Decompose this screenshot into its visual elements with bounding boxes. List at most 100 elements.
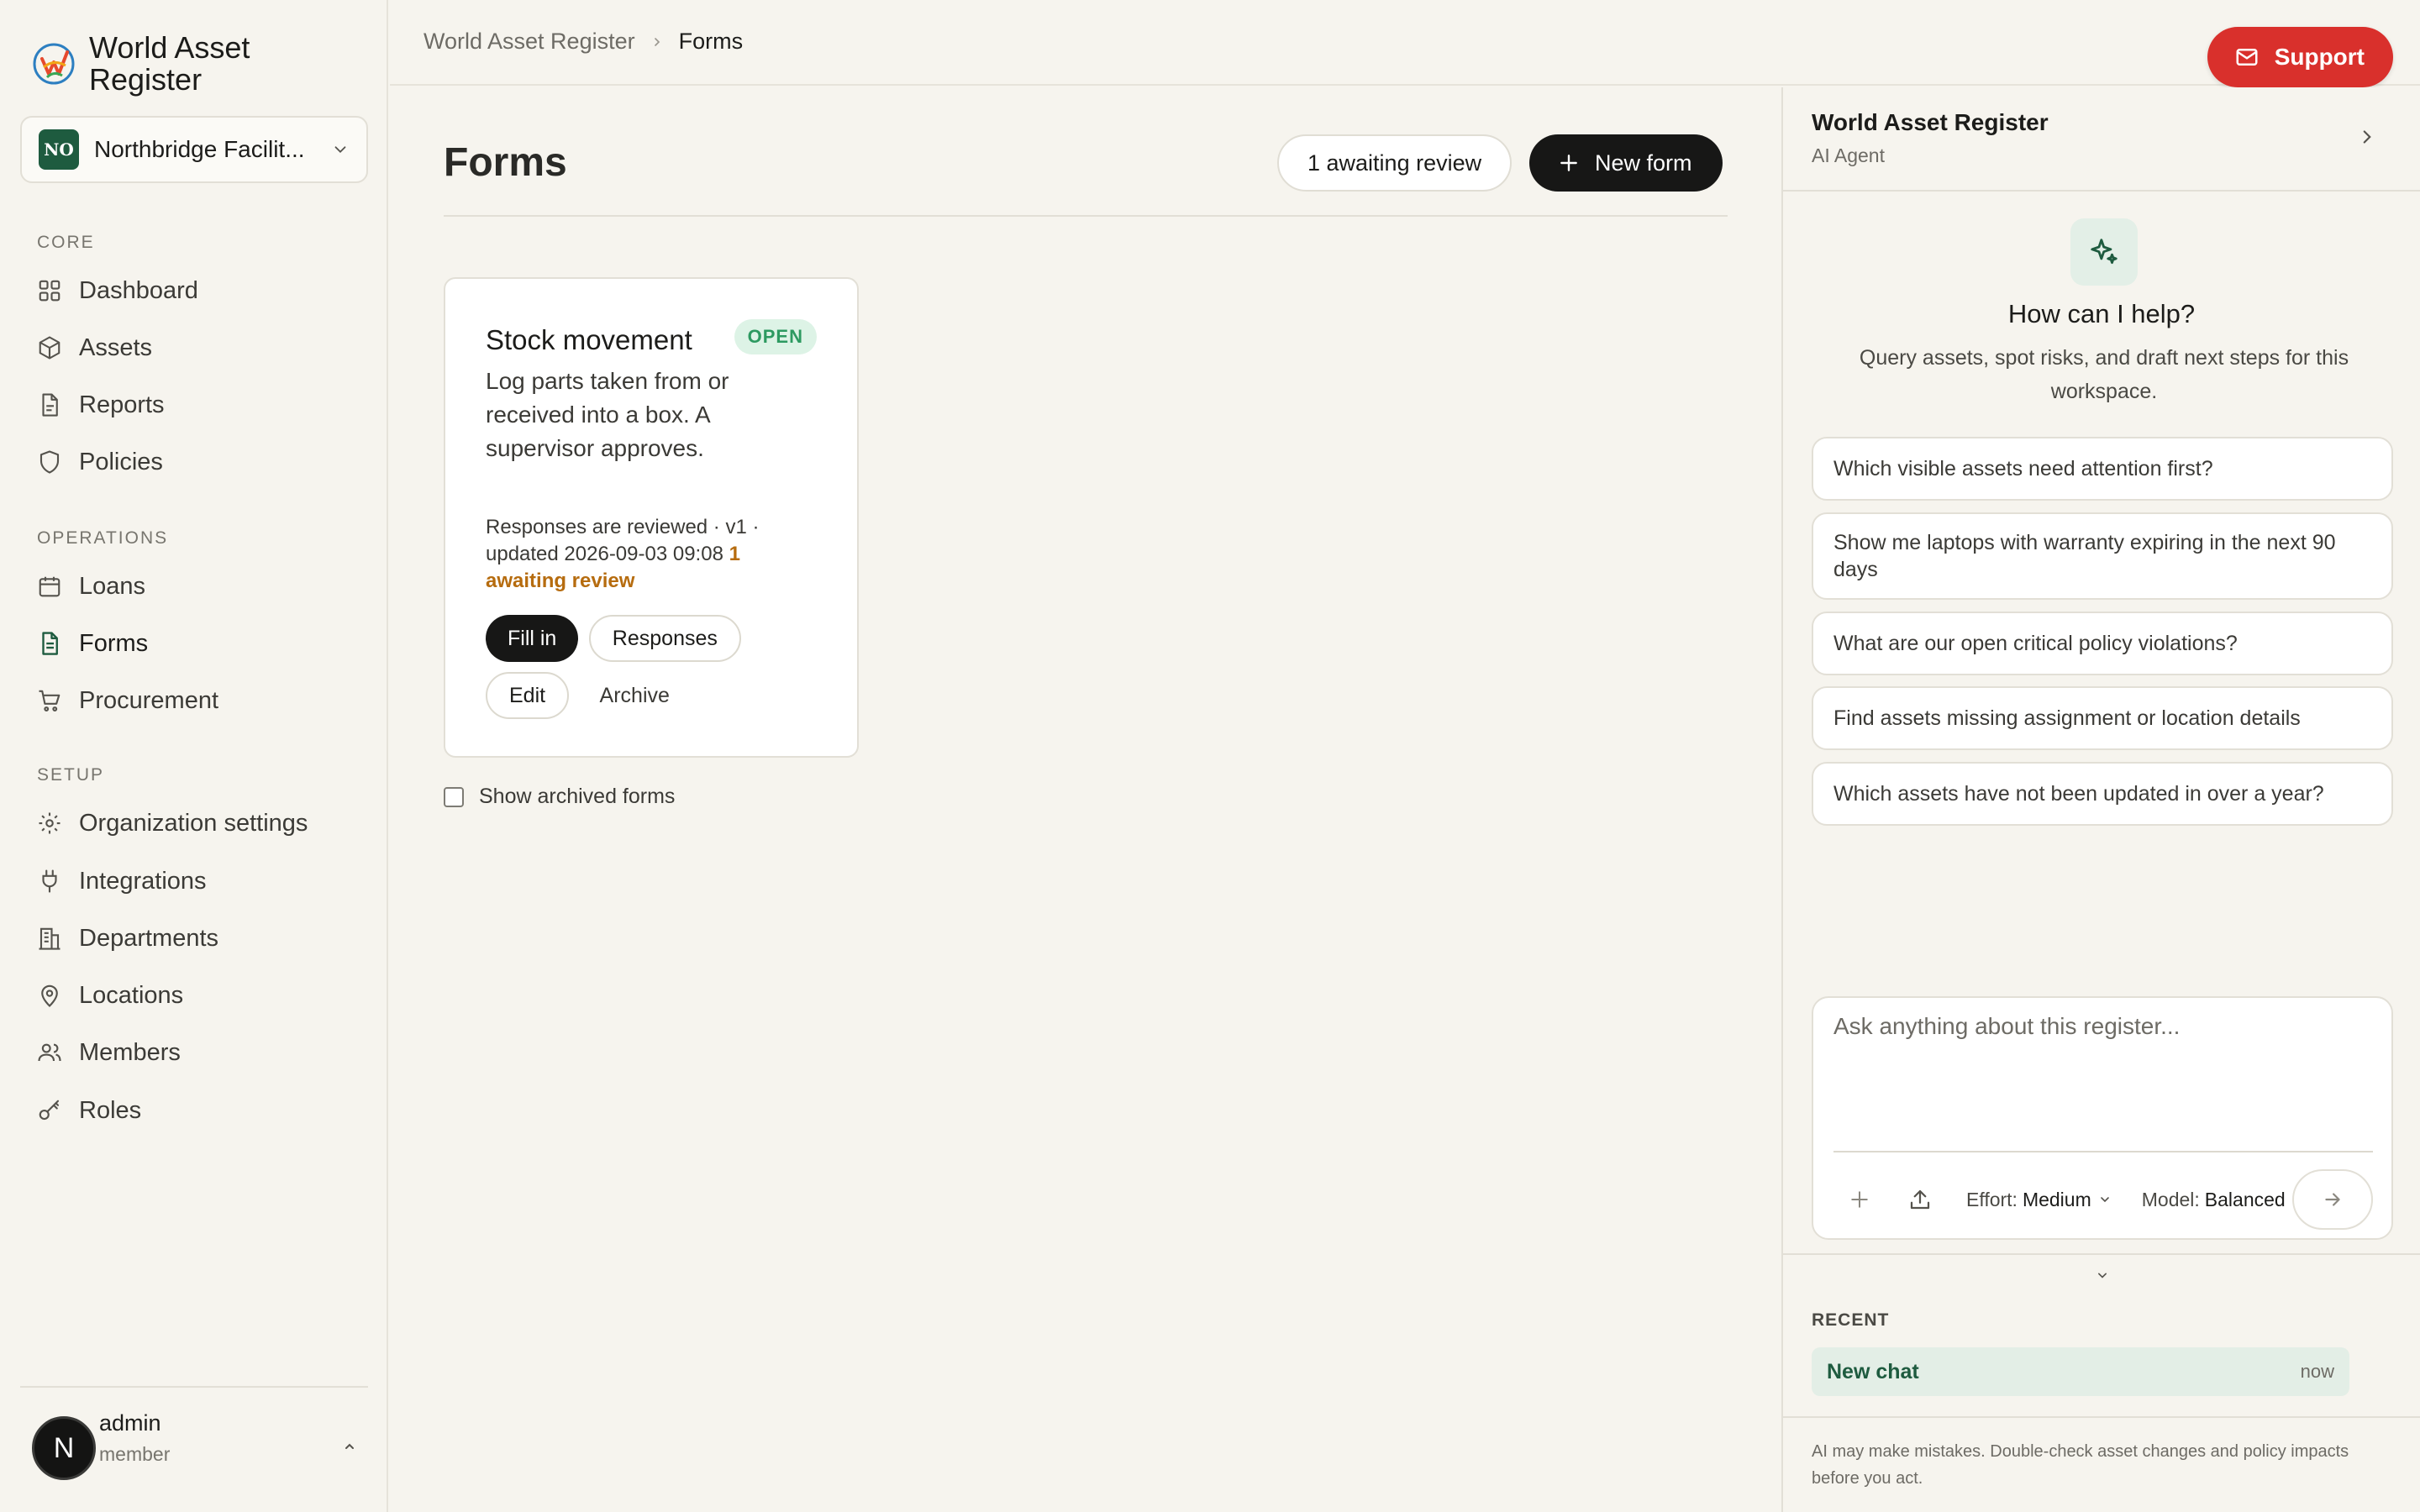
sidebar-item-assets[interactable]: Assets — [37, 326, 152, 370]
chevron-up-icon — [339, 1436, 360, 1457]
top-bar: World Asset Register Forms Support — [390, 0, 2420, 87]
sidebar-item-label: Organization settings — [79, 809, 308, 837]
sidebar-item-label: Assets — [79, 333, 153, 361]
sidebar-item-label: Dashboard — [79, 276, 198, 304]
shield-icon — [37, 449, 62, 475]
chevron-right-icon — [650, 35, 664, 49]
calendar-icon — [37, 574, 62, 599]
chat-input[interactable] — [1833, 1013, 2371, 1139]
document-icon — [37, 392, 62, 417]
fill-in-button[interactable]: Fill in — [486, 615, 579, 662]
model-label: Model: — [2141, 1188, 2200, 1210]
sidebar-item-label: Locations — [79, 981, 184, 1009]
brand-logo-icon — [32, 42, 76, 86]
sidebar-item-policies[interactable]: Policies — [37, 440, 163, 484]
sidebar-item-label: Roles — [79, 1096, 142, 1124]
brand-name: World Asset Register — [89, 30, 250, 97]
user-info: admin member — [99, 1410, 170, 1466]
panel-divider — [1783, 1253, 2420, 1255]
awaiting-review-button[interactable]: 1 awaiting review — [1277, 134, 1512, 192]
model-select[interactable]: Model: Balanced — [2142, 1189, 2306, 1211]
form-card-meta-text: Responses are reviewed · v1 · updated 20… — [486, 516, 760, 565]
help-subtitle: Query assets, spot risks, and draft next… — [1859, 346, 2349, 403]
new-form-button[interactable]: New form — [1529, 134, 1723, 192]
dashboard-icon — [37, 278, 62, 303]
plus-icon — [1558, 152, 1580, 174]
sidebar-item-dashboard[interactable]: Dashboard — [37, 269, 198, 312]
sidebar-item-reports[interactable]: Reports — [37, 383, 165, 427]
gear-icon — [37, 811, 62, 836]
sidebar-item-departments[interactable]: Departments — [37, 916, 218, 960]
section-label-setup: SETUP — [37, 765, 105, 785]
page-title: Forms — [444, 140, 567, 185]
breadcrumb: World Asset Register Forms — [424, 29, 743, 55]
composer-divider — [1833, 1151, 2373, 1152]
send-button[interactable] — [2292, 1169, 2373, 1230]
effort-label: Effort: — [1966, 1188, 2018, 1210]
sparkle-icon — [2088, 236, 2120, 268]
effort-value: Medium — [2022, 1188, 2091, 1210]
recent-label: RECENT — [1812, 1310, 1890, 1330]
model-value: Balanced — [2204, 1188, 2286, 1210]
suggestion-item[interactable]: Show me laptops with warranty expiring i… — [1812, 512, 2393, 600]
support-label: Support — [2274, 44, 2365, 70]
mail-icon — [2234, 45, 2260, 70]
upload-icon[interactable] — [1907, 1187, 1933, 1212]
suggestion-item[interactable]: Which visible assets need attention firs… — [1812, 437, 2393, 501]
suggestion-item[interactable]: Which assets have not been updated in ov… — [1812, 762, 2393, 826]
recent-chat-time: now — [2300, 1361, 2334, 1382]
effort-select[interactable]: Effort: Medium — [1966, 1189, 2112, 1211]
chevron-right-icon[interactable] — [2356, 126, 2378, 148]
sidebar-divider — [20, 1386, 368, 1388]
sidebar-item-organization-settings[interactable]: Organization settings — [37, 801, 308, 845]
cart-icon — [37, 688, 62, 713]
sidebar-item-members[interactable]: Members — [37, 1031, 181, 1074]
chevron-down-icon — [2098, 1193, 2112, 1206]
show-archived-checkbox[interactable] — [444, 786, 464, 807]
sidebar-item-procurement[interactable]: Procurement — [37, 679, 218, 722]
help-title: How can I help? — [2007, 299, 2196, 328]
user-name: admin — [99, 1410, 161, 1436]
suggestion-item[interactable]: What are our open critical policy violat… — [1812, 612, 2393, 675]
sidebar-item-locations[interactable]: Locations — [37, 974, 183, 1017]
main-content: Forms 1 awaiting review New form Stock m… — [390, 87, 1781, 1512]
breadcrumb-root[interactable]: World Asset Register — [424, 29, 635, 55]
sidebar-item-label: Members — [79, 1038, 181, 1066]
edit-button[interactable]: Edit — [486, 672, 570, 719]
suggestion-item[interactable]: Find assets missing assignment or locati… — [1812, 686, 2393, 750]
responses-button[interactable]: Responses — [588, 615, 741, 662]
sidebar-item-integrations[interactable]: Integrations — [37, 859, 207, 903]
panel-divider — [1783, 1416, 2420, 1418]
archive-button[interactable]: Archive — [580, 672, 690, 719]
brand[interactable]: World Asset Register — [32, 32, 291, 96]
sidebar-item-label: Procurement — [79, 686, 219, 714]
show-archived-label: Show archived forms — [479, 785, 676, 808]
show-archived-toggle[interactable]: Show archived forms — [444, 785, 675, 809]
user-menu[interactable]: N admin member — [32, 1410, 360, 1480]
plus-icon[interactable] — [1847, 1187, 1872, 1212]
new-form-label: New form — [1595, 150, 1692, 176]
chevron-down-icon[interactable] — [2094, 1267, 2111, 1284]
form-icon — [37, 631, 62, 656]
sidebar-item-label: Reports — [79, 391, 165, 418]
support-button[interactable]: Support — [2207, 27, 2393, 87]
composer-toolbar: Effort: Medium Model: Balanced — [1833, 1169, 2373, 1230]
section-label-core: CORE — [37, 233, 95, 252]
sidebar-item-forms[interactable]: Forms — [37, 622, 148, 665]
org-switcher[interactable]: NO Northbridge Facilit... — [20, 116, 368, 183]
sidebar-item-label: Departments — [79, 924, 219, 952]
form-card: Stock movement OPEN Log parts taken from… — [444, 277, 859, 758]
form-card-actions: Fill in Responses Edit Archive — [486, 615, 839, 729]
sidebar-item-label: Integrations — [79, 867, 207, 895]
box-icon — [37, 335, 62, 360]
sidebar-item-label: Forms — [79, 629, 149, 657]
map-pin-icon — [37, 983, 62, 1008]
recent-chat-item[interactable]: New chat now — [1812, 1347, 2349, 1396]
sidebar-item-roles[interactable]: Roles — [37, 1089, 141, 1132]
form-card-description: Log parts taken from or received into a … — [486, 368, 729, 461]
org-name: Northbridge Facilit... — [94, 136, 305, 162]
sidebar-item-loans[interactable]: Loans — [37, 564, 145, 608]
form-card-meta: Responses are reviewed · v1 · updated 20… — [486, 514, 822, 595]
key-icon — [37, 1098, 62, 1123]
user-role: member — [99, 1443, 171, 1465]
